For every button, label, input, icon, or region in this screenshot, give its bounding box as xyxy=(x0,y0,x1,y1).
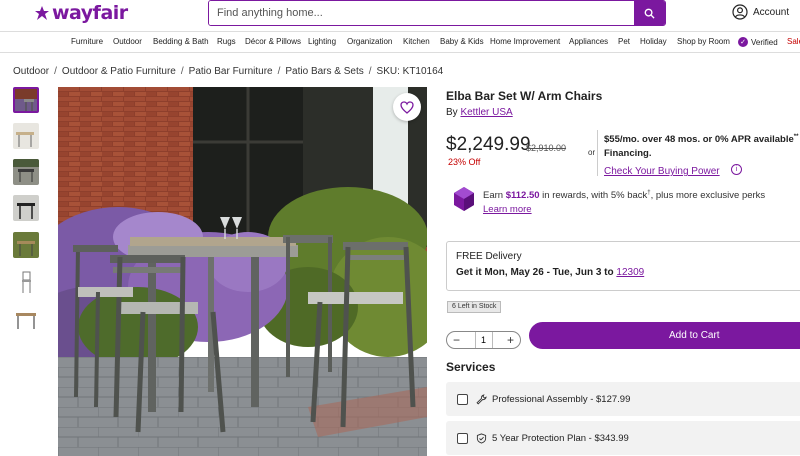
delivery-label: FREE Delivery xyxy=(456,251,522,262)
assembly-checkbox[interactable] xyxy=(457,393,468,405)
rewards-amount: $112.50 xyxy=(505,190,540,202)
quantity-input[interactable] xyxy=(474,332,493,348)
rewards-icon xyxy=(454,187,474,211)
by-prefix: By xyxy=(446,107,458,118)
nav-item-outdoor[interactable]: Outdoor xyxy=(113,37,142,46)
nav-item-rugs[interactable]: Rugs xyxy=(217,37,236,46)
stock-badge: 6 Left in Stock xyxy=(447,301,502,313)
current-price: $2,249.99 xyxy=(446,134,531,155)
rewards-mid: in rewards, with 5% back xyxy=(539,190,648,202)
rewards-prefix: Earn xyxy=(483,190,506,202)
nav-item-kitchen[interactable]: Kitchen xyxy=(403,37,430,46)
nav-item-organization[interactable]: Organization xyxy=(347,37,392,46)
service-option-assembly[interactable]: Professional Assembly - $127.99 xyxy=(446,382,800,416)
breadcrumb-separator: / xyxy=(180,66,184,77)
main-product-image[interactable] xyxy=(58,87,427,456)
quantity-stepper: − + xyxy=(446,331,521,349)
favorite-button[interactable] xyxy=(393,93,421,121)
nav-item-verified[interactable]: ✓ Verified xyxy=(738,37,778,47)
search-bar xyxy=(208,0,666,26)
breadcrumb-item[interactable]: Patio Bar Furniture xyxy=(189,66,273,77)
nav-item-pet[interactable]: Pet xyxy=(618,37,630,46)
nav-item-furniture[interactable]: Furniture xyxy=(71,37,103,46)
account-icon xyxy=(732,4,748,20)
verified-icon: ✓ xyxy=(738,37,748,47)
search-icon xyxy=(644,8,655,19)
nav-item-appliances[interactable]: Appliances xyxy=(569,37,608,46)
logo-text: wayfair xyxy=(52,2,128,24)
nav-item-baby-kids[interactable]: Baby & Kids xyxy=(440,37,484,46)
wayfair-logo[interactable]: wayfair xyxy=(34,2,128,24)
wayfair-logo-icon xyxy=(35,6,49,20)
product-thumbnail[interactable] xyxy=(13,305,39,331)
product-photo xyxy=(58,87,427,456)
service-label: 5 Year Protection Plan - $343.99 xyxy=(492,432,629,444)
rewards-suffix: , plus more exclusive perks xyxy=(650,190,766,202)
account-button[interactable]: Account xyxy=(732,4,789,20)
breadcrumb-item[interactable]: Outdoor & Patio Furniture xyxy=(62,66,176,77)
shield-icon xyxy=(476,432,487,444)
product-thumbnail[interactable] xyxy=(13,195,39,221)
breadcrumb: Outdoor / Outdoor & Patio Furniture / Pa… xyxy=(13,66,443,77)
financing-line: $55/mo. over 48 mos. or 0% APR available xyxy=(604,134,794,146)
rewards-banner: Earn $112.50 in rewards, with 5% back†, … xyxy=(453,186,765,217)
financing-offer: $55/mo. over 48 mos. or 0% APR available… xyxy=(597,130,800,177)
header: wayfair Account xyxy=(0,0,800,31)
brand-link[interactable]: Kettler USA xyxy=(460,107,512,118)
original-price: $2,910.00 xyxy=(526,143,567,153)
discount-label: 23% Off xyxy=(448,157,481,167)
add-to-cart-label: Add to Cart xyxy=(669,330,720,341)
nav-item-home-improvement[interactable]: Home Improvement xyxy=(490,37,560,46)
delivery-estimate: Get it Mon, May 26 - Tue, Jun 3 to 12309 xyxy=(456,267,800,278)
zip-code-link[interactable]: 12309 xyxy=(616,267,644,278)
financing-line-2: Financing. xyxy=(604,148,652,160)
rewards-text: Earn $112.50 in rewards, with 5% back†, … xyxy=(483,186,765,217)
nav-item-sale[interactable]: Sale xyxy=(787,37,800,46)
or-label: or xyxy=(588,148,596,157)
product-thumbnail[interactable] xyxy=(13,87,39,113)
learn-more-link[interactable]: Learn more xyxy=(483,204,532,215)
nav-item-bedding-bath[interactable]: Bedding & Bath xyxy=(153,37,209,46)
heart-icon xyxy=(400,100,414,114)
breadcrumb-separator: / xyxy=(277,66,281,77)
delivery-box: FREE Delivery Get it Mon, May 26 - Tue, … xyxy=(446,241,800,291)
service-label: Professional Assembly - $127.99 xyxy=(492,393,631,405)
product-thumbnail[interactable] xyxy=(13,123,39,149)
breadcrumb-item[interactable]: Outdoor xyxy=(13,66,49,77)
product-title: Elba Bar Set W/ Arm Chairs xyxy=(446,89,603,103)
decrease-quantity-button[interactable]: − xyxy=(453,333,460,347)
product-thumbnail[interactable] xyxy=(13,159,39,185)
protection-checkbox[interactable] xyxy=(457,432,468,444)
add-to-cart-button[interactable]: Add to Cart xyxy=(529,322,800,349)
delivery-text: Get it Mon, May 26 - Tue, Jun 3 to xyxy=(456,267,617,278)
increase-quantity-button[interactable]: + xyxy=(507,333,514,347)
product-thumbnail[interactable] xyxy=(13,268,39,294)
breadcrumb-separator: / xyxy=(54,66,57,77)
service-option-protection[interactable]: 5 Year Protection Plan - $343.99 xyxy=(446,421,800,455)
breadcrumb-item[interactable]: Patio Bars & Sets xyxy=(285,66,363,77)
search-input[interactable] xyxy=(209,1,634,25)
nav-item-lighting[interactable]: Lighting xyxy=(308,37,336,46)
info-icon[interactable]: i xyxy=(731,164,743,176)
nav-item-verified-label: Verified xyxy=(751,37,778,47)
sku-label: SKU: KT10164 xyxy=(376,66,444,77)
financing-text: $55/mo. over 48 mos. or 0% APR available… xyxy=(604,130,800,147)
wrench-icon xyxy=(476,393,487,405)
brand-line: By Kettler USA xyxy=(446,107,513,118)
category-nav: Furniture Outdoor Bedding & Bath Rugs Dé… xyxy=(0,31,800,53)
nav-item-shop-by-room[interactable]: Shop by Room xyxy=(677,37,730,46)
nav-item-holiday[interactable]: Holiday xyxy=(640,37,667,46)
search-button[interactable] xyxy=(634,1,665,25)
product-thumbnail[interactable] xyxy=(13,232,39,258)
account-label: Account xyxy=(753,6,790,18)
breadcrumb-separator: / xyxy=(368,66,372,77)
check-buying-power-link[interactable]: Check Your Buying Power xyxy=(604,166,720,177)
nav-item-decor-pillows[interactable]: Décor & Pillows xyxy=(245,37,301,46)
services-heading: Services xyxy=(446,360,496,374)
